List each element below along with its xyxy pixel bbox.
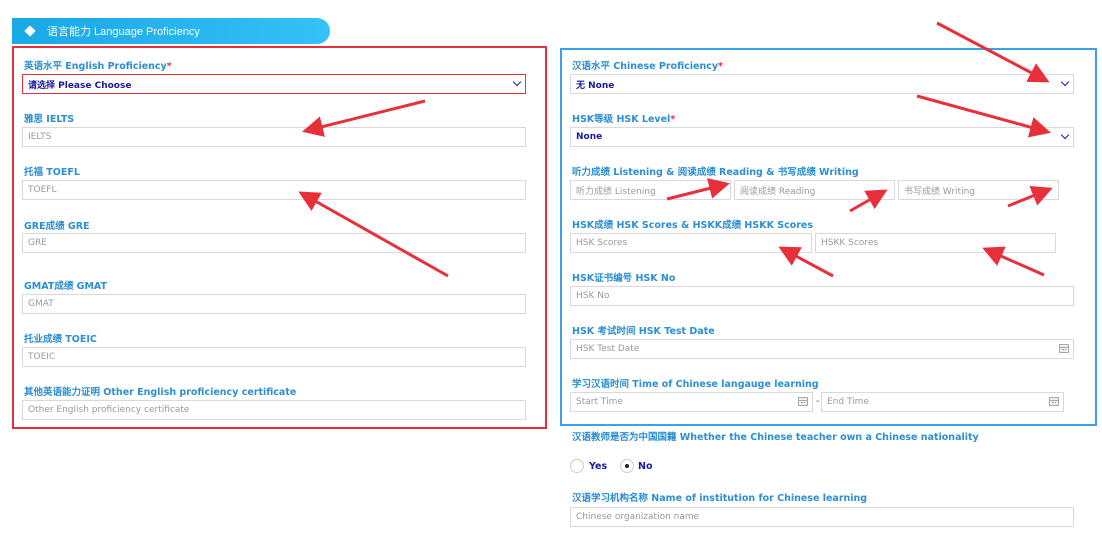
skill-scores-label: 听力成绩 Listening & 阅读成绩 Reading & 书写成绩 Wri… (572, 167, 859, 178)
nationality-yes-label[interactable]: Yes (589, 461, 607, 472)
nationality-no-label[interactable]: No (638, 461, 652, 472)
writing-score-input[interactable]: 书写成绩 Writing (898, 180, 1059, 200)
toeic-label: 托业成绩 TOEIC (24, 334, 97, 345)
nationality-yes-radio[interactable] (570, 459, 584, 473)
learning-time-label: 学习汉语时间 Time of Chinese langauge learning (572, 379, 819, 390)
calendar-icon[interactable] (1059, 344, 1069, 353)
section-header: 语言能力 Language Proficiency (12, 18, 330, 44)
other-certificate-input[interactable]: Other English proficiency certificate (22, 400, 526, 420)
hsk-scores-label: HSK成绩 HSK Scores & HSKK成绩 HSKK Scores (572, 220, 814, 231)
hsk-test-date-label: HSK 考试时间 HSK Test Date (572, 326, 715, 337)
chevron-down-icon (512, 77, 522, 87)
toefl-label: 托福 TOEFL (24, 167, 80, 178)
toeic-input[interactable]: TOEIC (22, 347, 526, 367)
reading-score-input[interactable]: 阅读成绩 Reading (734, 180, 895, 200)
hsk-test-date-input[interactable]: HSK Test Date (570, 339, 1074, 359)
hsk-no-label: HSK证书编号 HSK No (572, 273, 676, 284)
english-proficiency-label: 英语水平 English Proficiency* (24, 61, 172, 72)
institution-input[interactable]: Chinese organization name (570, 507, 1074, 527)
hskk-scores-input[interactable]: HSKK Scores (815, 233, 1056, 253)
ielts-input[interactable]: IELTS (22, 127, 526, 147)
calendar-icon[interactable] (798, 397, 808, 406)
chinese-proficiency-label: 汉语水平 Chinese Proficiency* (572, 61, 724, 72)
start-time-input[interactable]: Start Time (570, 392, 813, 412)
chinese-proficiency-select[interactable]: 无 None (570, 74, 1074, 94)
section-title: 语言能力 Language Proficiency (47, 26, 200, 38)
gre-label: GRE成绩 GRE (24, 221, 90, 232)
hsk-no-input[interactable]: HSK No (570, 286, 1074, 306)
nationality-no-radio[interactable] (620, 459, 634, 473)
diamond-icon (24, 25, 36, 37)
hsk-scores-input[interactable]: HSK Scores (570, 233, 812, 253)
ielts-label: 雅思 IELTS (24, 114, 75, 125)
english-proficiency-select[interactable]: 请选择 Please Choose (22, 74, 526, 94)
listening-score-input[interactable]: 听力成绩 Listening (570, 180, 731, 200)
gmat-input[interactable]: GMAT (22, 294, 526, 314)
institution-label: 汉语学习机构名称 Name of institution for Chinese… (572, 493, 868, 504)
hsk-level-select[interactable]: None (570, 127, 1074, 147)
gmat-label: GMAT成绩 GMAT (24, 281, 107, 292)
toefl-input[interactable]: TOEFL (22, 180, 526, 200)
hsk-level-label: HSK等级 HSK Level* (572, 114, 676, 125)
gre-input[interactable]: GRE (22, 233, 526, 253)
teacher-nationality-label: 汉语教师是否为中国国籍 Whether the Chinese teacher … (572, 432, 979, 443)
chevron-down-icon (1060, 77, 1070, 87)
chevron-down-icon (1060, 130, 1070, 140)
calendar-icon[interactable] (1049, 397, 1059, 406)
end-time-input[interactable]: End Time (821, 392, 1064, 412)
date-range-separator: - (816, 396, 820, 407)
other-certificate-label: 其他英语能力证明 Other English proficiency certi… (24, 387, 297, 398)
